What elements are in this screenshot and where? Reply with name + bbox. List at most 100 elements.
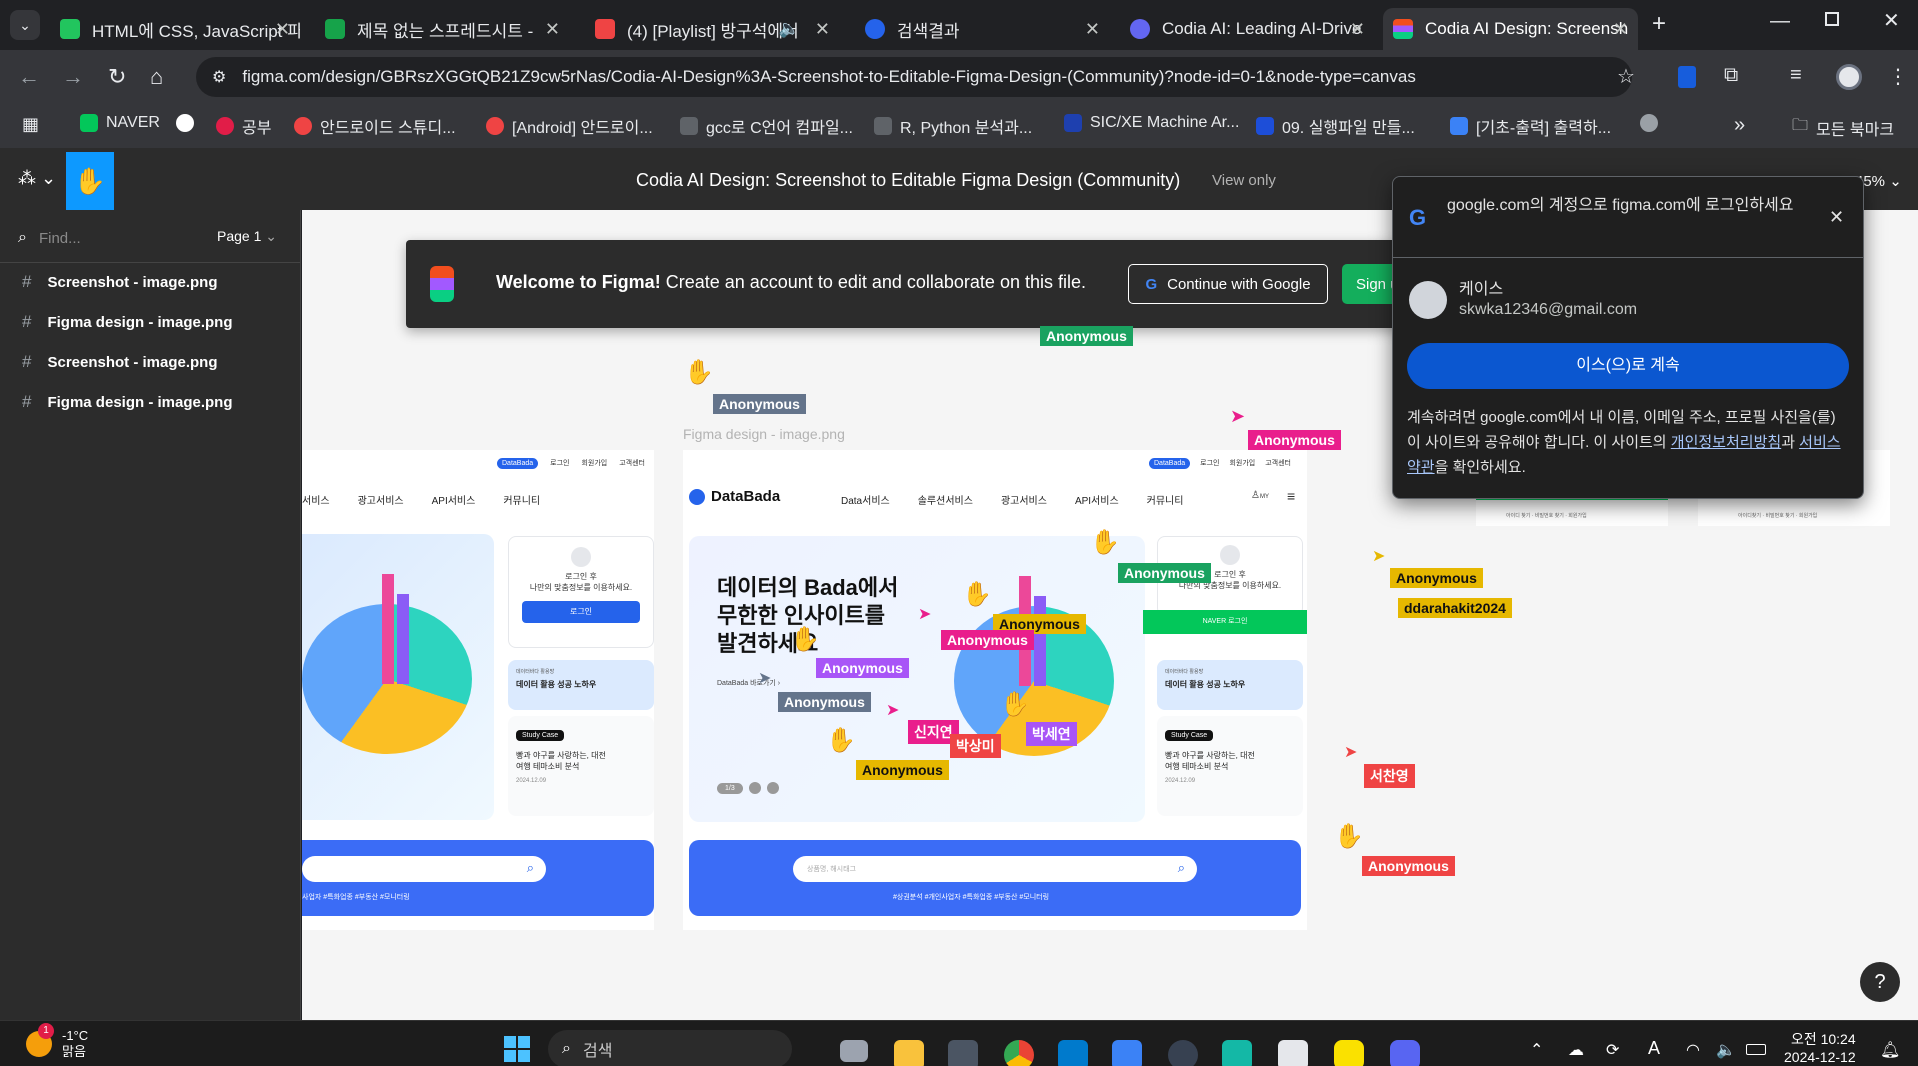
bookmark-android[interactable]: [Android] 안드로이... <box>486 114 653 138</box>
new-tab-button[interactable]: + <box>1652 10 1666 38</box>
tray-overflow-icon[interactable]: ⌃ <box>1530 1040 1543 1060</box>
app-icon[interactable] <box>1112 1040 1142 1066</box>
task-view-icon[interactable] <box>840 1040 868 1062</box>
app-icon[interactable] <box>948 1040 978 1066</box>
close-icon[interactable]: ✕ <box>1350 19 1365 40</box>
bookmark-r-python[interactable]: R, Python 분석과... <box>874 114 1032 138</box>
layer-item[interactable]: # Figma design - image.png <box>22 312 233 332</box>
site-info-icon[interactable]: ⚙ <box>212 67 226 87</box>
databada-logo[interactable]: DataBada <box>689 488 780 505</box>
frame-icon: # <box>22 312 32 331</box>
volume-icon[interactable]: 🔈 <box>1716 1040 1736 1060</box>
profile-avatar[interactable] <box>1836 64 1862 90</box>
close-icon[interactable]: ✕ <box>1829 207 1844 228</box>
app-icon[interactable] <box>1168 1040 1198 1066</box>
design-frame-main[interactable]: DataBada 로그인 회원가입 고객센터 DataBada Data서비스 솔루션서… <box>683 450 1307 930</box>
search-input[interactable]: ⌕ <box>302 856 546 882</box>
next-icon[interactable] <box>766 782 779 794</box>
bookmark-output[interactable]: [기초-출력] 출력하... <box>1450 114 1611 138</box>
continue-with-google-button[interactable]: G Continue with Google <box>1128 264 1328 304</box>
close-icon[interactable]: ✕ <box>545 19 560 40</box>
cursor-label: Anonymous <box>1118 563 1211 583</box>
figma-menu-button[interactable]: ⁂ ⌄ <box>18 168 56 189</box>
all-bookmarks[interactable]: 🗀 모든 북마크 <box>1792 114 1894 141</box>
bookmark-study[interactable]: 공부 <box>216 114 271 138</box>
notification-bell-icon[interactable]: 🔔︎ <box>1880 1040 1900 1060</box>
app-icon[interactable] <box>1222 1040 1252 1066</box>
continue-as-button[interactable]: 이스(으)로 계속 <box>1407 343 1849 389</box>
clock[interactable]: 오전 10:24 2024-12-12 <box>1784 1030 1856 1066</box>
file-explorer-icon[interactable] <box>894 1040 924 1066</box>
tab-youtube[interactable]: (4) [Playlist] 방구석에서 🔈 ✕ <box>585 8 840 50</box>
forward-button[interactable]: → <box>62 64 84 90</box>
bookmark-naver[interactable]: NAVER <box>80 114 160 132</box>
back-button[interactable]: ← <box>18 64 40 90</box>
naver-login-button[interactable]: NAVER 로그인 <box>1143 610 1307 634</box>
nav-item[interactable]: API서비스 <box>1075 492 1119 507</box>
ime-icon[interactable]: A <box>1648 1038 1660 1059</box>
help-button[interactable]: ? <box>1860 962 1900 1002</box>
carousel-pager[interactable]: 1/3 <box>717 782 779 794</box>
design-frame-left[interactable]: DataBada 로그인 회원가입 고객센터 서비스 광고서비스 API서비스 커뮤니티 로… <box>302 450 654 930</box>
layer-item[interactable]: # Screenshot - image.png <box>22 272 218 292</box>
sync-icon[interactable]: ⟳ <box>1606 1040 1619 1060</box>
discord-icon[interactable] <box>1390 1040 1420 1066</box>
bookmark-sicxe[interactable]: SIC/XE Machine Ar... <box>1064 114 1239 132</box>
weather-widget[interactable]: 1 -1°C 맑음 <box>26 1023 88 1060</box>
kakaotalk-icon[interactable] <box>1334 1040 1364 1066</box>
reload-button[interactable]: ↻ <box>108 64 126 90</box>
tab-search-results[interactable]: 검색결과 ✕ <box>855 8 1110 50</box>
bookmark-android-studio[interactable]: 안드로이드 스튜디... <box>294 114 456 138</box>
search-input[interactable]: 상품명, 해시태그 ⌕ <box>793 856 1197 882</box>
battery-icon[interactable] <box>1746 1044 1766 1055</box>
apps-grid-icon[interactable]: ▦ <box>22 114 39 135</box>
close-icon[interactable]: ✕ <box>1613 19 1628 40</box>
close-icon[interactable]: ✕ <box>1085 19 1100 40</box>
close-icon[interactable]: ✕ <box>815 19 830 40</box>
layer-item[interactable]: # Screenshot - image.png <box>22 352 218 372</box>
hand-tool-button[interactable]: ✋ <box>66 152 114 210</box>
login-button[interactable]: 로그인 <box>522 601 640 623</box>
prev-icon[interactable] <box>748 782 761 794</box>
address-bar[interactable]: ⚙ figma.com/design/GBRszXGGtQB21Z9cw5rNa… <box>196 57 1632 97</box>
taskbar-search[interactable]: ⌕ 검색 <box>548 1030 792 1066</box>
youtube-icon <box>595 19 615 39</box>
tab-figma[interactable]: Codia AI Design: Screensh ✕ <box>1383 8 1638 50</box>
bookmark-gcc[interactable]: gcc로 C언어 컴파일... <box>680 114 853 138</box>
start-button[interactable] <box>504 1036 530 1062</box>
media-control-icon[interactable]: ≡ <box>1790 64 1802 87</box>
nav-item[interactable]: 커뮤니티 <box>1147 492 1184 507</box>
bookmarks-overflow[interactable]: » <box>1734 114 1745 137</box>
hamburger-icon[interactable]: ≡ <box>1287 488 1295 504</box>
bookmark-executable[interactable]: 09. 실행파일 만들... <box>1256 114 1415 138</box>
privacy-policy-link[interactable]: 개인정보처리방침 <box>1671 434 1781 451</box>
extensions-icon[interactable]: ⧉ <box>1724 64 1738 87</box>
wifi-icon[interactable]: ◠ <box>1686 1040 1700 1060</box>
nav-item[interactable]: 솔루션서비스 <box>918 492 973 507</box>
vscode-icon[interactable] <box>1058 1040 1088 1066</box>
extension-bitwarden-icon[interactable] <box>1678 66 1696 88</box>
layer-item[interactable]: # Figma design - image.png <box>22 392 233 412</box>
tab-search-button[interactable]: ⌄ <box>10 10 40 40</box>
app-icon[interactable] <box>1278 1040 1308 1066</box>
close-icon[interactable]: ✕ <box>275 19 290 40</box>
nav-item[interactable]: Data서비스 <box>841 492 890 507</box>
close-window-button[interactable]: ✕ <box>1883 8 1900 33</box>
page-selector[interactable]: Page 1 ⌄ <box>217 228 277 245</box>
tab-codia[interactable]: Codia AI: Leading AI-Drive ✕ <box>1120 8 1375 50</box>
chrome-icon[interactable] <box>1004 1040 1034 1066</box>
minimize-button[interactable]: — <box>1770 10 1790 33</box>
onedrive-icon[interactable]: ☁ <box>1568 1040 1584 1060</box>
my-icon[interactable]: ♙MY <box>1251 490 1269 501</box>
bookmark-google[interactable] <box>176 114 202 132</box>
tab-sheets[interactable]: 제목 없는 스프레드시트 - ✕ <box>315 8 570 50</box>
restore-button[interactable] <box>1825 12 1839 26</box>
bookmark-star-icon[interactable]: ☆ <box>1617 64 1635 89</box>
find-input[interactable]: ⌕ Find... <box>18 226 218 250</box>
bookmark-globe[interactable] <box>1640 114 1666 132</box>
speaker-icon[interactable]: 🔈 <box>779 19 800 39</box>
nav-item[interactable]: 광고서비스 <box>1001 492 1047 507</box>
tab-html[interactable]: HTML에 CSS, JavaScript 파 ✕ <box>50 8 300 50</box>
home-button[interactable]: ⌂ <box>150 64 163 90</box>
menu-icon[interactable]: ⋮ <box>1888 64 1908 89</box>
